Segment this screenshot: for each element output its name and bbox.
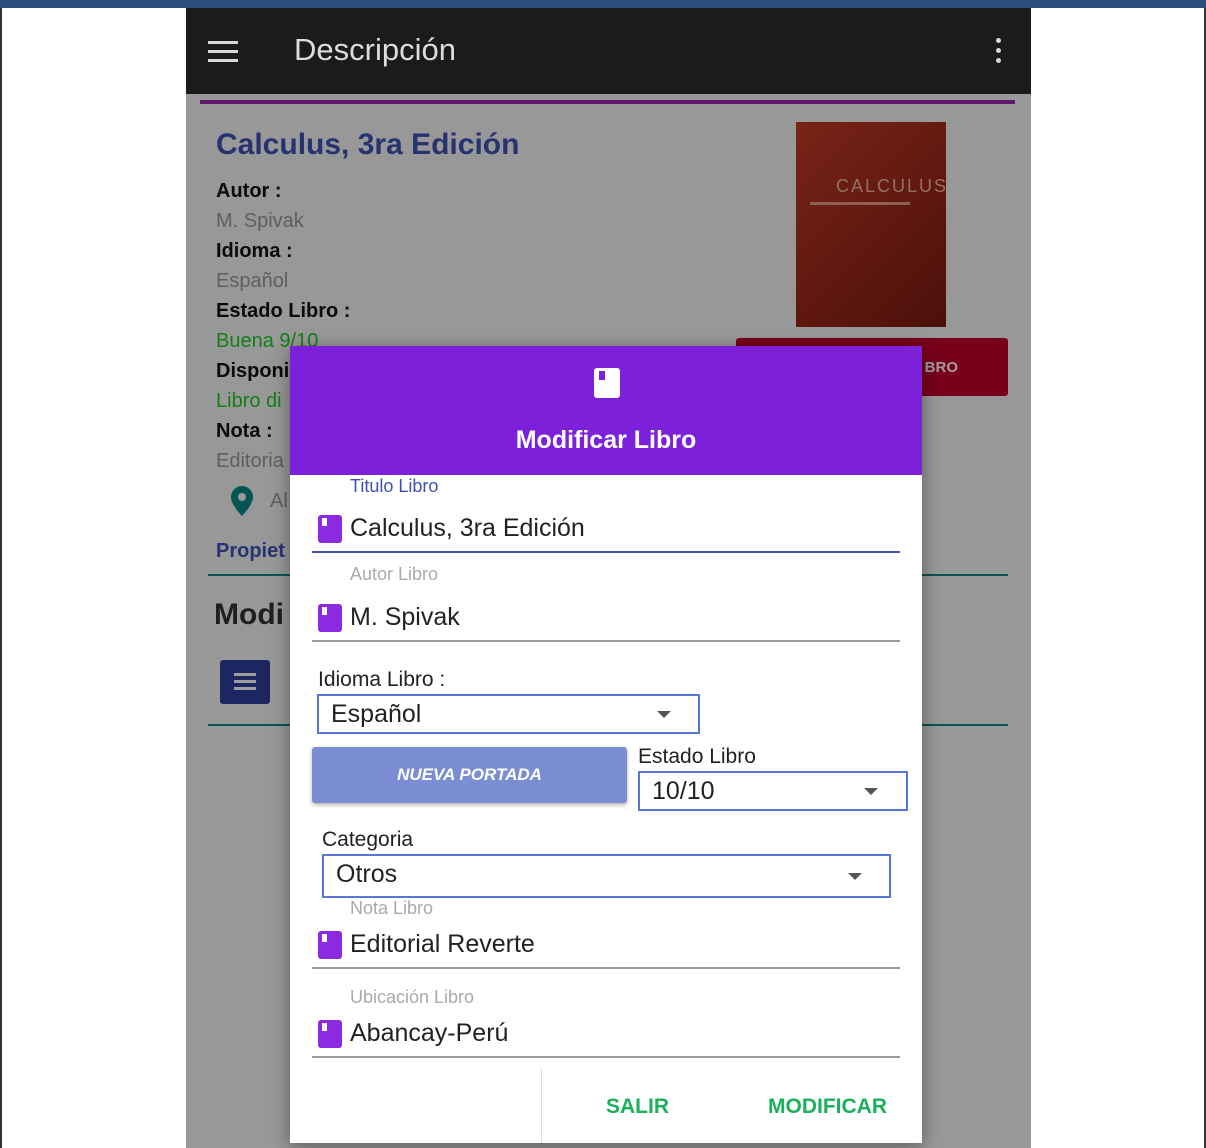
dropdown-arrow-icon xyxy=(657,711,671,718)
book-icon xyxy=(318,515,342,543)
book-icon xyxy=(318,1020,342,1048)
window-top-border xyxy=(0,0,1206,8)
book-icon xyxy=(594,368,620,398)
app-bar: Descripción xyxy=(186,8,1031,94)
dropdown-arrow-icon xyxy=(864,788,878,795)
titulo-field[interactable]: Calculus, 3ra Edición xyxy=(312,509,900,553)
book-icon xyxy=(318,931,342,959)
titulo-field-value: Calculus, 3ra Edición xyxy=(350,514,585,542)
overflow-menu-icon[interactable] xyxy=(996,38,1002,64)
ubicacion-field-label: Ubicación Libro xyxy=(350,987,475,1007)
estado-spinner-label: Estado Libro xyxy=(638,745,756,768)
nota-field-value: Editorial Reverte xyxy=(350,930,535,958)
app-bar-title: Descripción xyxy=(294,32,456,67)
book-icon xyxy=(318,604,342,632)
dialog-header: Modificar Libro xyxy=(290,346,922,475)
dropdown-arrow-icon xyxy=(848,873,862,880)
ubicacion-field[interactable]: Abancay-Perú xyxy=(312,1014,900,1058)
categoria-spinner[interactable]: Otros xyxy=(322,854,891,898)
button-bar-divider xyxy=(541,1069,542,1143)
estado-spinner[interactable]: 10/10 xyxy=(638,771,908,811)
titulo-field-label: Titulo Libro xyxy=(350,476,439,496)
ubicacion-field-value: Abancay-Perú xyxy=(350,1019,509,1047)
phone-screen: Descripción Calculus, 3ra Edición Autor … xyxy=(186,8,1031,1148)
dialog-title: Modificar Libro xyxy=(515,426,697,454)
nueva-portada-button-label: NUEVA PORTADA xyxy=(397,765,542,784)
categoria-spinner-label: Categoria xyxy=(322,828,414,851)
salir-button[interactable]: SALIR xyxy=(606,1095,669,1119)
idioma-spinner[interactable]: Español xyxy=(317,694,700,734)
modify-book-dialog: Modificar Libro Titulo Libro Calculus, 3… xyxy=(290,346,922,1143)
window-left-border xyxy=(0,8,2,1148)
nota-field[interactable]: Editorial Reverte xyxy=(312,925,900,969)
autor-field-value: M. Spivak xyxy=(350,603,460,631)
modificar-button[interactable]: MODIFICAR xyxy=(768,1095,887,1119)
categoria-spinner-value: Otros xyxy=(336,860,398,888)
nota-field-label: Nota Libro xyxy=(350,898,434,918)
hamburger-menu-icon[interactable] xyxy=(208,41,238,63)
autor-field-label: Autor Libro xyxy=(350,564,439,584)
autor-field[interactable]: M. Spivak xyxy=(312,598,900,642)
idioma-spinner-value: Español xyxy=(331,700,422,728)
nueva-portada-button[interactable]: NUEVA PORTADA xyxy=(312,747,627,803)
estado-spinner-value: 10/10 xyxy=(652,777,715,805)
idioma-spinner-label: Idioma Libro : xyxy=(318,668,446,691)
